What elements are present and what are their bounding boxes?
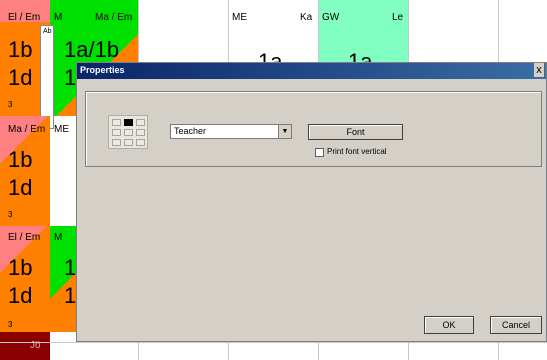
cancel-button[interactable]: Cancel: [490, 316, 542, 334]
properties-dialog: Properties x Teacher ▼ Font Print font v…: [76, 62, 547, 342]
align-cell[interactable]: [136, 129, 145, 136]
header-ma-em: Ma / Em: [95, 12, 133, 23]
checkbox-label: Print font vertical: [327, 147, 387, 156]
class-1d-3: 1d: [8, 283, 33, 308]
align-cell[interactable]: [124, 129, 133, 136]
align-cell[interactable]: [112, 119, 121, 126]
header-m: M: [54, 12, 63, 23]
header-el-em-3: El / Em: [8, 232, 41, 243]
select-value: Teacher: [174, 126, 207, 136]
alignment-grid[interactable]: [108, 115, 148, 149]
class-1: 1: [64, 65, 77, 90]
align-cell[interactable]: [112, 139, 121, 146]
align-cell[interactable]: [136, 139, 145, 146]
class-1-3b: 1: [64, 283, 77, 308]
close-icon[interactable]: x: [534, 63, 544, 77]
header-me-2: ME: [54, 124, 69, 135]
header-m-3: M: [54, 232, 63, 243]
field-select[interactable]: Teacher ▼: [170, 124, 292, 139]
header-gw: GW: [322, 12, 340, 23]
class-1d: 1d: [8, 65, 33, 90]
cell-r4-c1[interactable]: [0, 332, 50, 360]
period-num: 3: [8, 100, 13, 109]
align-cell-selected[interactable]: [124, 119, 133, 126]
class-1b-2: 1b: [8, 147, 33, 172]
print-vertical-checkbox[interactable]: [315, 148, 324, 157]
ok-button[interactable]: OK: [424, 316, 474, 334]
font-button[interactable]: Font: [308, 124, 403, 140]
align-cell[interactable]: [112, 129, 121, 136]
period-num-2: 3: [8, 210, 13, 219]
period-num-3: 3: [8, 320, 13, 329]
align-cell[interactable]: [124, 139, 133, 146]
align-cell[interactable]: [136, 119, 145, 126]
header-ma-em-2: Ma / Em: [8, 124, 46, 135]
class-1a-1b: 1a/1b: [64, 37, 120, 62]
class-1d-2: 1d: [8, 175, 33, 200]
header-me: ME: [232, 12, 247, 23]
header-el-em: El / Em: [8, 12, 41, 23]
class-1b-3: 1b: [8, 255, 33, 280]
dialog-title: Properties: [80, 65, 125, 75]
class-1-3a: 1: [64, 255, 77, 280]
ab-tag: Ab: [40, 25, 54, 129]
header-ka: Ka: [300, 12, 313, 23]
dialog-titlebar[interactable]: Properties x: [77, 63, 546, 79]
grid-line: [0, 342, 547, 343]
ab-label: Ab: [43, 28, 52, 35]
class-1b: 1b: [8, 37, 33, 62]
chevron-down-icon[interactable]: ▼: [278, 125, 291, 138]
header-le: Le: [392, 12, 404, 23]
